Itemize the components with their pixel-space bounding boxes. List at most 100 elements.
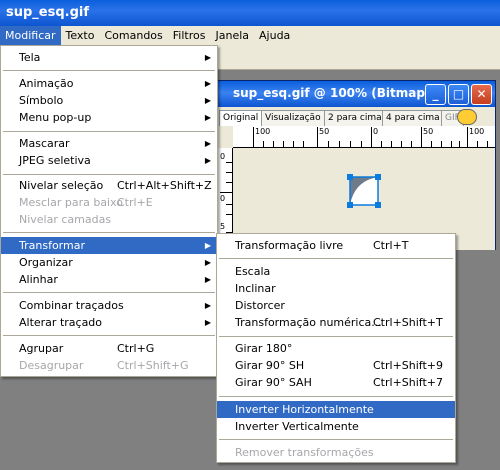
ruler-tick (459, 141, 460, 147)
ruler-tick (220, 192, 232, 193)
menu-item-alterar-tracado[interactable]: Alterar traçado ▶ (1, 314, 217, 331)
ruler-tick (411, 141, 412, 147)
ruler-tick (371, 127, 372, 147)
menu-item-transformar[interactable]: Transformar ▶ (1, 237, 217, 254)
tab-4-para-cima[interactable]: 4 para cima (382, 110, 444, 126)
ruler-tick (273, 141, 274, 147)
menu-comandos[interactable]: Comandos (99, 26, 167, 45)
menu-item-label: Agrupar (19, 342, 64, 355)
selection-handle[interactable] (375, 174, 381, 180)
transform-submenu: Transformação livre Ctrl+T Escala Inclin… (216, 233, 456, 463)
ruler-tick (441, 141, 442, 147)
menu-item-label: Símbolo (19, 94, 64, 107)
menu-item-label: Tela (19, 51, 41, 64)
vruler-label: 0 (220, 194, 226, 203)
tab-original[interactable]: Original (219, 110, 263, 126)
ruler-tick (283, 141, 284, 147)
close-icon: ✕ (476, 87, 487, 101)
menu-item-distorcer[interactable]: Distorcer (217, 297, 455, 314)
menu-item-shortcut: Ctrl+T (373, 239, 409, 252)
menu-item-organizar[interactable]: Organizar ▶ (1, 254, 217, 271)
menu-item-label: Inclinar (235, 282, 276, 295)
menu-item-girar-180[interactable]: Girar 180° (217, 340, 455, 357)
menu-item-alinhar[interactable]: Alinhar ▶ (1, 271, 217, 288)
menu-item-escala[interactable]: Escala (217, 263, 455, 280)
ruler-label: 100 (255, 127, 271, 136)
menu-separator (219, 336, 453, 337)
ruler-tick (303, 141, 304, 147)
close-button[interactable]: ✕ (471, 84, 492, 105)
menu-item-inverter-verticalmente[interactable]: Inverter Verticalmente (217, 418, 455, 435)
menu-ajuda[interactable]: Ajuda (254, 26, 295, 45)
menu-separator (3, 174, 215, 175)
menu-item-label: Escala (235, 265, 271, 278)
menu-item-girar-90-sah[interactable]: Girar 90° SAH Ctrl+Shift+7 (217, 374, 455, 391)
menu-item-jpeg-seletiva[interactable]: JPEG seletiva ▶ (1, 152, 217, 169)
maximize-button[interactable]: □ (448, 84, 469, 105)
menu-item-girar-90-sh[interactable]: Girar 90° SH Ctrl+Shift+9 (217, 357, 455, 374)
menu-item-shortcut: Ctrl+G (117, 342, 155, 355)
document-window[interactable]: sup_esq.gif @ 100% (Bitmap) _ □ ✕ Origin… (216, 80, 496, 250)
menu-item-shortcut: Ctrl+Alt+Shift+Z (117, 179, 212, 192)
menu-modificar[interactable]: Modificar (0, 26, 61, 45)
ruler-tick (421, 127, 422, 147)
menu-item-label: Menu pop-up (19, 111, 92, 124)
menu-item-transformacao-livre[interactable]: Transformação livre Ctrl+T (217, 237, 455, 254)
menu-item-inverter-horizontalmente[interactable]: Inverter Horizontalmente (217, 401, 455, 418)
submenu-arrow-icon: ▶ (204, 96, 211, 105)
menu-item-agrupar[interactable]: Agrupar Ctrl+G (1, 340, 217, 357)
submenu-arrow-icon: ▶ (204, 53, 211, 62)
menu-item-remover-transformacoes[interactable]: Remover transformações (217, 444, 455, 461)
menu-item-nivelar-selecao[interactable]: Nivelar seleção Ctrl+Alt+Shift+Z (1, 177, 217, 194)
ruler-tick (350, 141, 351, 147)
ruler-tick (328, 141, 329, 147)
menu-item-mascarar[interactable]: Mascarar ▶ (1, 135, 217, 152)
ruler-tick (253, 127, 254, 147)
document-tabs: Original Visualização 2 para cima 4 para… (217, 108, 495, 126)
ruler-tick (487, 141, 488, 147)
ruler-tick (477, 141, 478, 147)
tab-visualizacao[interactable]: Visualização (261, 110, 325, 126)
menu-filtros[interactable]: Filtros (168, 26, 211, 45)
menu-item-transformacao-numerica[interactable]: Transformação numérica... Ctrl+Shift+T (217, 314, 455, 331)
menu-item-label: Nivelar seleção (19, 179, 104, 192)
menu-item-shortcut: Ctrl+Shift+G (117, 359, 189, 372)
menu-item-label: Mascarar (19, 137, 70, 150)
selection-handle[interactable] (347, 202, 353, 208)
menu-item-label: Alterar traçado (19, 316, 103, 329)
ruler-tick (226, 204, 232, 205)
menu-item-label: Girar 180° (235, 342, 293, 355)
menu-item-mesclar-para-baixo[interactable]: Mesclar para baixo Ctrl+E (1, 194, 217, 211)
menu-separator (219, 439, 453, 440)
menu-item-desagrupar[interactable]: Desagrupar Ctrl+Shift+G (1, 357, 217, 374)
menu-item-label: Distorcer (235, 299, 285, 312)
menu-item-label: Remover transformações (235, 446, 374, 459)
export-preview-icon[interactable] (457, 109, 477, 125)
selection-handle[interactable] (347, 174, 353, 180)
menu-item-tela[interactable]: Tela ▶ (1, 49, 217, 66)
menu-item-label: Girar 90° SAH (235, 376, 312, 389)
menu-item-label: Desagrupar (19, 359, 84, 372)
ruler-tick (263, 141, 264, 147)
maximize-icon: □ (452, 87, 465, 101)
menu-item-combinar-tracados[interactable]: Combinar traçados ▶ (1, 297, 217, 314)
menu-item-inclinar[interactable]: Inclinar (217, 280, 455, 297)
menu-item-animacao[interactable]: Animação ▶ (1, 75, 217, 92)
menu-janela[interactable]: Janela (210, 26, 254, 45)
ruler-label: 50 (423, 127, 434, 136)
menu-bar: Modificar Texto Comandos Filtros Janela … (0, 26, 500, 45)
menu-item-label: Mesclar para baixo (19, 196, 124, 209)
ruler-tick (317, 127, 318, 147)
menu-item-menu-popup[interactable]: Menu pop-up ▶ (1, 109, 217, 126)
ruler-tick (431, 141, 432, 147)
selection-handle[interactable] (375, 202, 381, 208)
submenu-arrow-icon: ▶ (204, 139, 211, 148)
tab-2-para-cima[interactable]: 2 para cima (324, 110, 386, 126)
menu-item-nivelar-camadas[interactable]: Nivelar camadas (1, 211, 217, 228)
minimize-button[interactable]: _ (425, 84, 446, 105)
submenu-arrow-icon: ▶ (204, 301, 211, 310)
submenu-arrow-icon: ▶ (204, 318, 211, 327)
menu-texto[interactable]: Texto (61, 26, 100, 45)
menu-item-simbolo[interactable]: Símbolo ▶ (1, 92, 217, 109)
submenu-arrow-icon: ▶ (204, 113, 211, 122)
